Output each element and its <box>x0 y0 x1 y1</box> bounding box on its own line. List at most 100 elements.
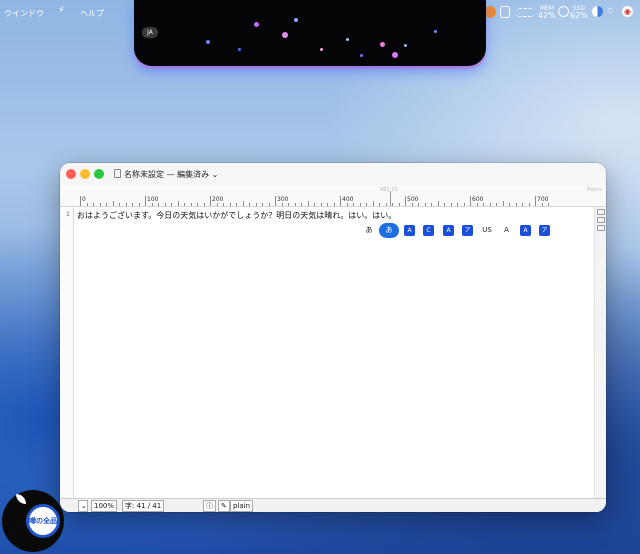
ruler-tick <box>548 203 549 206</box>
ruler-tick <box>125 203 127 206</box>
record-icon[interactable]: ◉ <box>622 6 633 17</box>
document-text[interactable]: おはようございます。今日の天気はいかがでしょうか？明日の天気は晴れ。はい。はい。 <box>77 210 396 221</box>
zoom-select[interactable]: 100% <box>91 500 118 512</box>
ruler-tick <box>145 196 146 206</box>
menu-help[interactable]: ヘルプ <box>80 8 104 19</box>
editor-window: 名称未設定 — 編集済み ⌄ 482.33 Points 0 100 200 300 4… <box>60 163 606 512</box>
disk-gauge-icon[interactable] <box>558 6 569 17</box>
display-icon[interactable] <box>592 6 603 17</box>
ruler-tick <box>223 203 224 206</box>
ruler-tick <box>463 203 465 206</box>
ruler-tick <box>327 203 328 206</box>
ruler-tick <box>197 203 198 206</box>
split-icon[interactable] <box>597 225 605 231</box>
ruler-tick <box>476 203 478 206</box>
title-bar[interactable]: 名称未設定 — 編集済み ⌄ <box>60 163 606 185</box>
input-source-badge: JA <box>142 27 158 38</box>
ruler-tick <box>489 203 491 206</box>
ruler-tick <box>190 203 192 206</box>
memory-stat[interactable]: MEM 42% <box>538 5 556 20</box>
ruler[interactable]: 482.33 Points 0 100 200 300 400 500 600 700 <box>60 185 606 207</box>
ruler-label: 200 <box>212 196 224 203</box>
ruler-label: 300 <box>277 196 289 203</box>
ruler-tick <box>93 203 94 206</box>
notch-island <box>134 0 486 66</box>
site-logo: 噂の全品 <box>2 490 64 552</box>
text-area[interactable]: おはようございます。今日の天気はいかがでしょうか？明日の天気は晴れ。はい。はい。 <box>74 207 594 498</box>
ruler-tick <box>450 203 452 206</box>
input-mode-fullwidth-alpha[interactable]: A <box>404 225 415 236</box>
document-icon <box>114 169 121 178</box>
input-mode-abc[interactable]: A <box>501 223 512 238</box>
ruler-tick <box>437 201 439 206</box>
chevron-down-icon[interactable]: ⌄ <box>78 500 88 512</box>
ruler-tick <box>80 196 81 206</box>
pen-icon[interactable]: ✎ <box>218 500 230 512</box>
app-glyph-icon[interactable]: ⚡ <box>58 5 65 16</box>
ruler-tick <box>502 201 504 206</box>
vertical-scrollbar[interactable] <box>594 207 606 498</box>
ruler-tick <box>262 203 263 206</box>
ruler-tick <box>210 196 211 206</box>
input-mode-alpha-2[interactable]: A <box>520 225 531 236</box>
info-icon[interactable]: ⓘ <box>203 500 216 512</box>
ruler-tick <box>424 203 426 206</box>
ruler-label: 400 <box>342 196 354 203</box>
wifi-icon[interactable]: ⌔ <box>606 6 614 17</box>
input-mode-katakana-2[interactable]: ア <box>539 225 550 236</box>
ruler-tick <box>431 203 432 206</box>
input-mode-c[interactable]: C <box>423 225 434 236</box>
status-bar: ⌄ 100% 字: 41 / 41 ⓘ ✎ plain <box>60 498 606 512</box>
ruler-tick <box>106 203 107 206</box>
window-title[interactable]: 名称未設定 — 編集済み ⌄ <box>114 169 218 180</box>
ruler-tick <box>281 203 283 206</box>
ruler-tick <box>249 203 250 206</box>
close-button[interactable] <box>66 169 76 179</box>
ruler-tick <box>236 203 237 206</box>
text-mode[interactable]: plain <box>230 500 254 512</box>
ruler-tick <box>541 203 543 206</box>
ruler-label: 600 <box>472 196 484 203</box>
ruler-tick <box>151 203 153 206</box>
ruler-tick <box>119 203 120 206</box>
minimize-button[interactable] <box>80 169 90 179</box>
ruler-label: 500 <box>407 196 419 203</box>
ruler-tick <box>496 203 497 206</box>
ruler-tick <box>372 201 374 206</box>
ruler-tick <box>340 196 341 206</box>
ruler-tick <box>132 203 133 206</box>
ruler-marker[interactable] <box>390 191 391 206</box>
ruler-tick <box>522 203 523 206</box>
ruler-tick <box>353 203 354 206</box>
menu-window[interactable]: ウインドウ <box>4 8 44 19</box>
ssd-stat[interactable]: SSD 62% <box>570 5 588 20</box>
ruler-label: 700 <box>537 196 549 203</box>
input-mode-hiragana-selected[interactable]: あ <box>379 223 399 238</box>
ruler-tick <box>535 196 536 206</box>
ruler-tick <box>242 201 244 206</box>
cpu-graph-icon[interactable] <box>516 8 534 17</box>
input-mode-us[interactable]: US <box>479 223 495 238</box>
char-count[interactable]: 字: 41 / 41 <box>122 500 165 512</box>
ruler-tick <box>483 203 484 206</box>
ruler-tick <box>320 203 322 206</box>
ruler-tick <box>268 203 270 206</box>
zoom-button[interactable] <box>94 169 104 179</box>
line-number: 1 <box>66 211 70 218</box>
ruler-tick <box>99 203 101 206</box>
sidebar-icon[interactable] <box>500 6 510 18</box>
ruler-tick <box>509 203 510 206</box>
ruler-tick <box>294 203 296 206</box>
ruler-tick <box>158 203 159 206</box>
ruler-tick <box>138 203 140 206</box>
input-mode-alpha[interactable]: A <box>443 225 454 236</box>
ruler-position: 482.33 <box>380 187 398 193</box>
layout-icon[interactable] <box>597 209 605 215</box>
ruler-tick <box>411 203 413 206</box>
input-mode-hiragana-plain[interactable]: あ <box>362 223 376 238</box>
ruler-tick <box>405 196 406 206</box>
layout-icon-2[interactable] <box>597 217 605 223</box>
input-mode-katakana[interactable]: ア <box>462 225 473 236</box>
ruler-tick <box>515 203 517 206</box>
ruler-tick <box>275 196 276 206</box>
